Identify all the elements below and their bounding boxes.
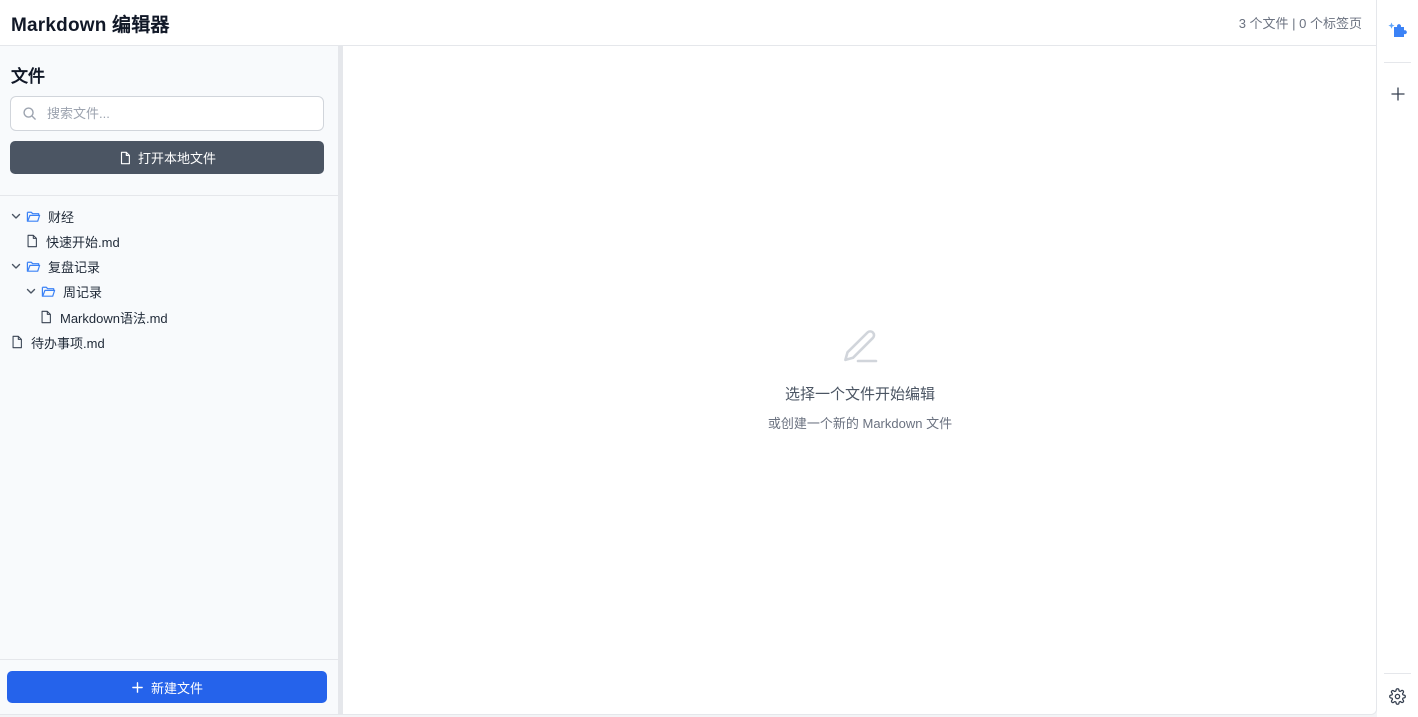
tree-folder[interactable]: 周记录 xyxy=(25,279,102,303)
editor-area: 选择一个文件开始编辑 或创建一个新的 Markdown 文件 xyxy=(343,46,1376,714)
app-title: Markdown 编辑器 xyxy=(11,15,170,36)
folder-open-icon xyxy=(26,261,41,272)
tree-item-label: 快速开始.md xyxy=(46,234,120,250)
divider xyxy=(1384,673,1411,674)
plus-icon xyxy=(132,681,143,693)
file-icon xyxy=(12,335,22,349)
open-local-file-button[interactable]: 打开本地文件 xyxy=(10,141,324,174)
sidebar-footer: 新建文件 xyxy=(0,659,338,714)
chevron-down-icon[interactable] xyxy=(10,210,22,222)
extension-puzzle-icon xyxy=(1387,22,1407,37)
plus-icon xyxy=(1390,87,1405,101)
tree-folder[interactable]: 复盘记录 xyxy=(10,254,100,278)
file-icon xyxy=(41,310,51,324)
tree-item-label: 周记录 xyxy=(63,284,103,300)
top-header: Markdown 编辑器 3 个文件 | 0 个标签页 xyxy=(0,0,1376,46)
empty-state: 选择一个文件开始编辑 或创建一个新的 Markdown 文件 xyxy=(343,328,1376,432)
divider xyxy=(0,195,338,196)
tree-item-label: 复盘记录 xyxy=(48,259,101,275)
search-icon xyxy=(23,107,36,120)
tree-file[interactable]: 快速开始.md xyxy=(25,229,120,253)
tree-folder[interactable]: 财经 xyxy=(10,204,74,228)
sidebar-heading: 文件 xyxy=(11,67,45,86)
new-file-label: 新建文件 xyxy=(150,680,203,696)
file-sidebar: 文件 打开本地文件 财经 xyxy=(0,46,338,714)
search-input[interactable] xyxy=(47,97,317,130)
extension-button[interactable] xyxy=(1377,15,1418,45)
tree-file[interactable]: Markdown语法.md xyxy=(39,305,168,329)
settings-button[interactable] xyxy=(1377,681,1418,711)
tree-item-label: Markdown语法.md xyxy=(60,310,168,326)
file-tab-stats: 3 个文件 | 0 个标签页 xyxy=(1238,16,1362,31)
add-button[interactable] xyxy=(1377,79,1418,109)
file-icon xyxy=(120,151,130,164)
file-icon xyxy=(27,234,37,248)
pencil-icon xyxy=(844,330,878,363)
tree-item-label: 待办事项.md xyxy=(31,335,105,351)
open-local-file-label: 打开本地文件 xyxy=(137,151,216,166)
empty-state-subtitle: 或创建一个新的 Markdown 文件 xyxy=(767,416,953,431)
chevron-down-icon[interactable] xyxy=(25,285,37,297)
gear-icon xyxy=(1389,687,1406,705)
search-box xyxy=(10,96,324,131)
divider xyxy=(1384,62,1411,63)
empty-state-title: 选择一个文件开始编辑 xyxy=(784,386,935,403)
app-window: Markdown 编辑器 3 个文件 | 0 个标签页 文件 打开本地文件 xyxy=(0,0,1377,715)
right-toolbar xyxy=(1377,0,1418,717)
folder-open-icon xyxy=(26,211,41,222)
chevron-down-icon[interactable] xyxy=(10,260,22,272)
tree-item-label: 财经 xyxy=(48,209,75,225)
new-file-button[interactable]: 新建文件 xyxy=(7,671,327,703)
folder-open-icon xyxy=(41,286,56,297)
tree-file[interactable]: 待办事项.md xyxy=(10,330,105,354)
